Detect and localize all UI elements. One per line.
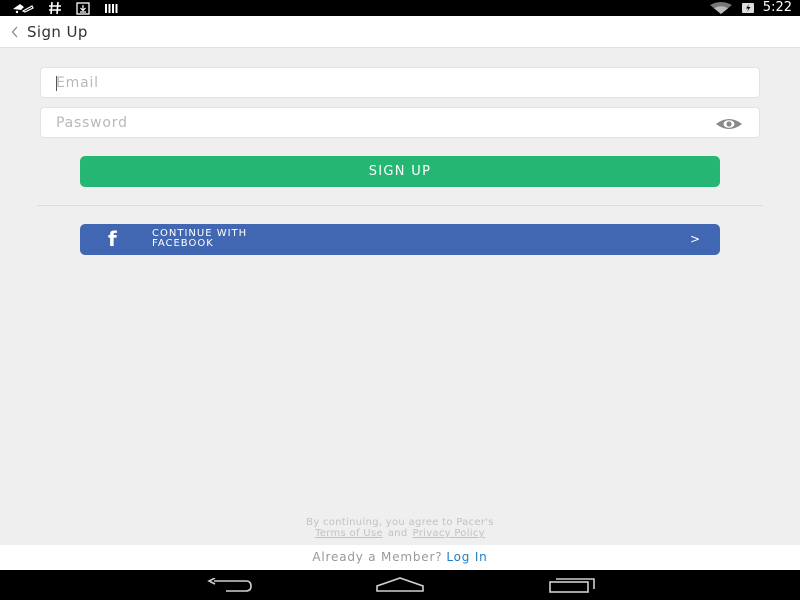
legal-and: and	[387, 528, 408, 539]
status-bar-right: 5:22	[709, 0, 792, 16]
back-button[interactable]	[6, 22, 24, 42]
status-bar: 5:22	[0, 0, 800, 16]
back-nav-icon[interactable]	[206, 576, 252, 594]
terms-of-use-link[interactable]: Terms of Use	[315, 528, 383, 539]
log-in-link[interactable]: Log In	[446, 550, 487, 564]
download-icon	[76, 1, 90, 15]
hash-icon	[48, 1, 62, 15]
wifi-icon	[709, 2, 733, 14]
email-input[interactable]	[56, 73, 696, 93]
password-field[interactable]	[40, 107, 760, 138]
page-title: Sign Up	[27, 23, 88, 41]
battery-icon	[741, 2, 755, 14]
chevron-left-icon	[11, 23, 19, 42]
facebook-label-line2: FACEBOOK	[152, 238, 214, 249]
legal-notice: By continuing, you agree to Pacer's Term…	[200, 517, 600, 539]
status-bar-left	[12, 1, 120, 15]
recents-nav-icon[interactable]	[548, 576, 596, 594]
divider	[37, 205, 763, 206]
legal-prefix: By continuing, you agree to Pacer's	[306, 517, 494, 528]
text-caret	[56, 76, 57, 91]
continue-with-facebook-button[interactable]: f CONTINUE WITH FACEBOOK >	[80, 224, 720, 255]
password-input[interactable]	[56, 113, 696, 133]
app-bar: Sign Up	[0, 16, 800, 48]
email-field[interactable]	[40, 67, 760, 98]
legal-links: Terms of Use and Privacy Policy	[200, 528, 600, 539]
facebook-button-label: CONTINUE WITH FACEBOOK	[152, 229, 392, 249]
clock: 5:22	[762, 0, 792, 15]
privacy-policy-link[interactable]: Privacy Policy	[413, 528, 485, 539]
barcode-icon	[104, 3, 120, 14]
already-member-text: Already a Member?	[312, 550, 443, 564]
already-member-bar: Already a Member? Log In	[0, 545, 800, 570]
facebook-logo-icon: f	[108, 227, 117, 251]
home-nav-icon[interactable]	[376, 576, 424, 594]
system-nav-bar	[0, 570, 800, 600]
eye-icon[interactable]	[714, 116, 744, 130]
chevron-right-icon: >	[689, 232, 700, 246]
notification-icon	[12, 2, 34, 14]
sign-up-button[interactable]: SIGN UP	[80, 156, 720, 187]
